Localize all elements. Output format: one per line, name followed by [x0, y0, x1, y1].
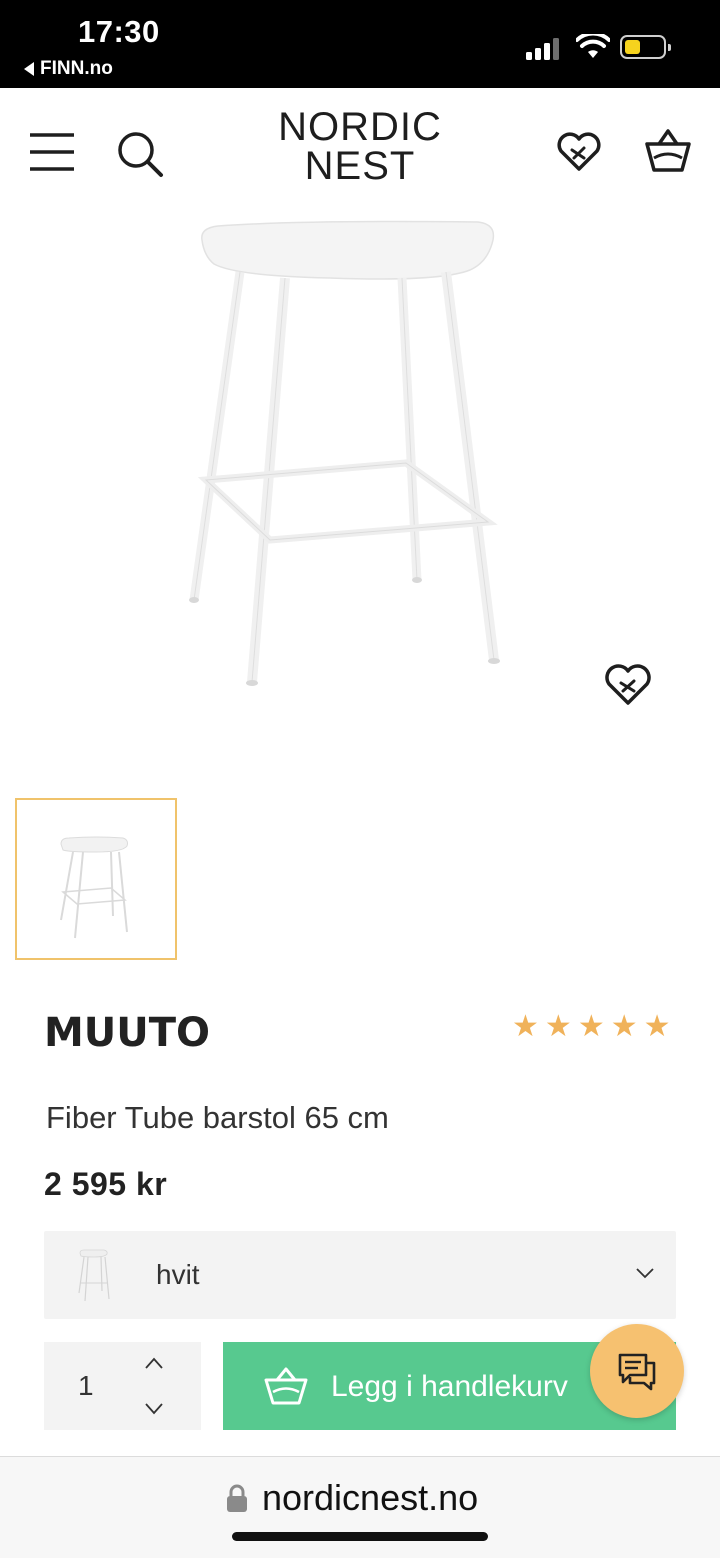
logo-line-1: NORDIC: [278, 105, 442, 149]
cell-signal-icon: [526, 36, 564, 60]
variant-select[interactable]: hvit: [44, 1231, 676, 1319]
variant-thumbnail-image: [78, 1249, 110, 1302]
basket-icon: [264, 1367, 308, 1405]
site-header: NORDIC NEST: [0, 88, 720, 218]
search-icon[interactable]: [116, 130, 164, 178]
variant-selected-label: hvit: [156, 1259, 200, 1290]
product-main-image[interactable]: [0, 218, 720, 738]
basket-icon[interactable]: [644, 128, 692, 174]
thumbnail-image: [60, 836, 128, 939]
add-to-cart-label: Legg i handlekurv: [331, 1370, 568, 1403]
star-icon: ★: [512, 1010, 539, 1043]
quantity-stepper: 1: [44, 1342, 201, 1430]
chat-icon: [618, 1353, 656, 1391]
star-icon: ★: [577, 1010, 605, 1043]
status-time: 17:30: [78, 14, 160, 49]
menu-icon[interactable]: [28, 132, 76, 172]
browser-address-bar[interactable]: nordicnest.no: [0, 1456, 720, 1558]
add-to-wishlist-icon[interactable]: [604, 664, 652, 706]
logo-line-2: NEST: [304, 144, 416, 188]
rating-stars[interactable]: ★ ★ ★ ★ ★: [512, 1012, 671, 1042]
battery-icon: [620, 35, 671, 59]
product-price: 2 595 kr: [44, 1166, 168, 1202]
wifi-icon: [576, 34, 610, 58]
product-title: Fiber Tube barstol 65 cm: [46, 1100, 389, 1135]
quantity-decrease-icon[interactable]: [144, 1402, 164, 1416]
product-thumbnail[interactable]: [15, 798, 177, 960]
star-icon: ★: [643, 1010, 671, 1043]
lock-icon: [227, 1484, 247, 1512]
site-logo[interactable]: NORDIC NEST: [250, 105, 470, 188]
status-bar: 17:30 FINN.no: [0, 0, 720, 88]
star-icon: ★: [610, 1010, 638, 1043]
wishlist-heart-icon[interactable]: [556, 132, 602, 172]
home-indicator[interactable]: [232, 1532, 488, 1541]
brand-logo[interactable]: MUUTO: [44, 1010, 210, 1056]
chevron-down-icon: [636, 1268, 654, 1279]
back-arrow-icon: [24, 62, 34, 76]
quantity-increase-icon[interactable]: [144, 1356, 164, 1370]
chat-button[interactable]: [590, 1324, 684, 1418]
back-to-app-link[interactable]: FINN.no: [24, 58, 113, 80]
quantity-value[interactable]: 1: [78, 1370, 94, 1402]
star-icon: ★: [544, 1010, 572, 1043]
url-text: nordicnest.no: [262, 1477, 479, 1518]
back-app-label: FINN.no: [40, 58, 113, 79]
